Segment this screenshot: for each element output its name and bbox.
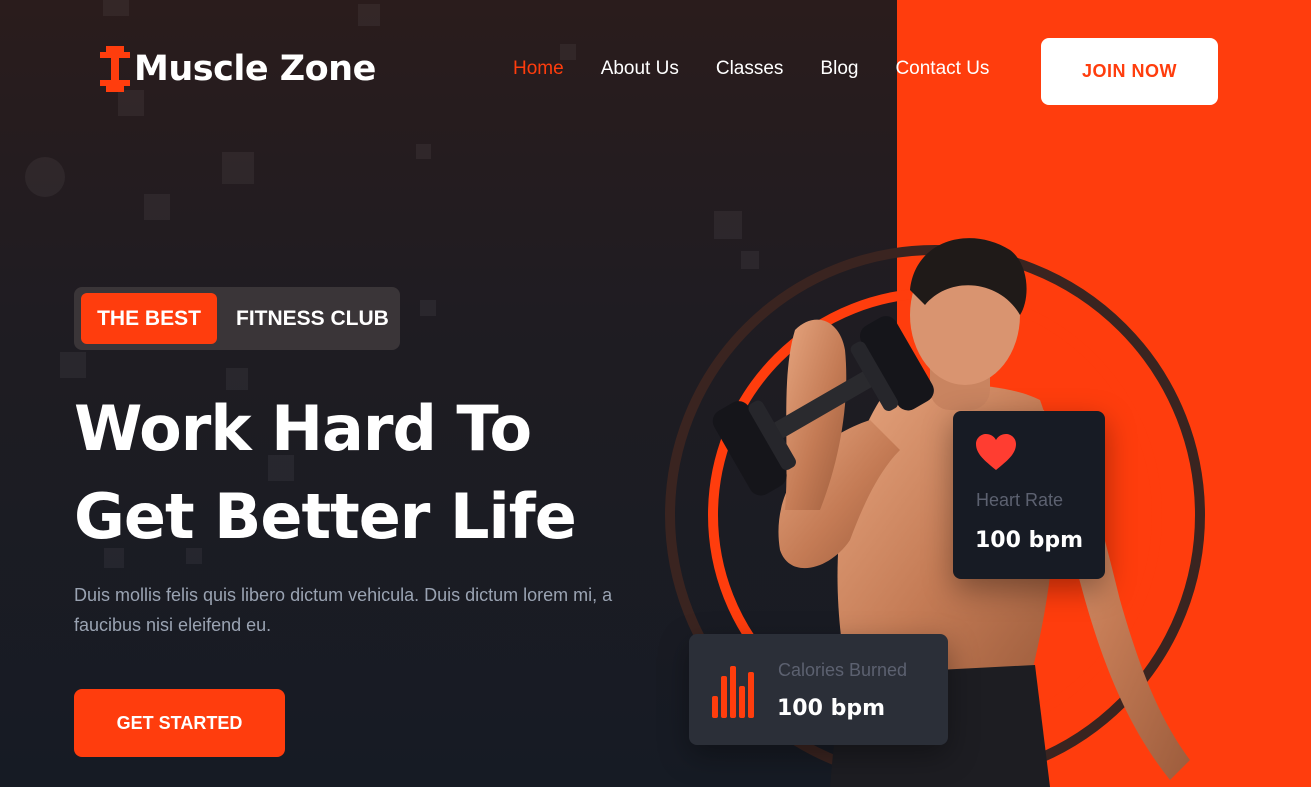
headline-line-2: Get Better Life (74, 480, 577, 553)
get-started-button[interactable]: GET STARTED (74, 689, 285, 757)
badge-text: FITNESS CLUB (236, 306, 389, 330)
heart-rate-value: 100 bpm (975, 528, 1084, 553)
heart-icon (976, 434, 1016, 470)
calories-card: Calories Burned 100 bpm (689, 634, 948, 745)
hero-badge: THE BEST FITNESS CLUB (74, 287, 400, 350)
decor-square (60, 352, 86, 378)
nav-link-about-us[interactable]: About Us (601, 58, 679, 80)
join-now-button[interactable]: JOIN NOW (1041, 38, 1218, 105)
nav-link-home[interactable]: Home (513, 58, 564, 80)
headline-line-1: Work Hard To (74, 392, 532, 465)
decor-square (358, 4, 380, 26)
bar-chart-icon (712, 666, 754, 718)
heart-rate-label: Heart Rate (976, 490, 1064, 510)
decor-square (416, 144, 431, 159)
dumbbell-icon (100, 46, 130, 92)
nav-link-classes[interactable]: Classes (716, 58, 784, 80)
heart-rate-card: Heart Rate 100 bpm (953, 411, 1105, 579)
decor-square (103, 0, 129, 16)
main-navigation: Home About Us Classes Blog Contact Us (513, 58, 989, 80)
calories-label: Calories Burned (778, 660, 908, 680)
decor-square (118, 90, 144, 116)
decor-square (144, 194, 170, 220)
decor-circle (25, 157, 65, 197)
nav-link-blog[interactable]: Blog (820, 58, 858, 80)
decor-square (222, 152, 254, 184)
hero-description: Duis mollis felis quis libero dictum veh… (74, 585, 613, 635)
brand-name: Muscle Zone (134, 49, 376, 89)
calories-value: 100 bpm (777, 696, 886, 721)
badge-highlight: THE BEST (81, 293, 217, 344)
landing-page: Muscle Zone Home About Us Classes Blog C… (0, 0, 1311, 787)
hero-headline: Work Hard To Get Better Life (74, 385, 577, 561)
brand-logo[interactable]: Muscle Zone (100, 45, 376, 93)
decor-square (420, 300, 436, 316)
nav-link-contact-us[interactable]: Contact Us (895, 58, 989, 80)
